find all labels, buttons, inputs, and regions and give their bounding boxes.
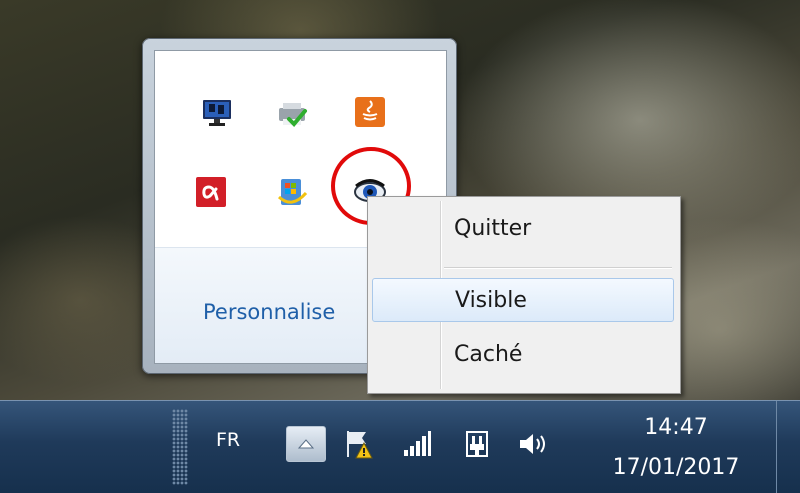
taskbar: FR 14:47 17/01/2017	[0, 400, 800, 493]
taskbar-grip[interactable]	[172, 409, 188, 485]
menu-item-label: Caché	[454, 342, 523, 367]
context-menu: Quitter Visible Caché	[367, 196, 681, 394]
chevron-up-icon	[298, 439, 314, 449]
menu-item-quitter[interactable]: Quitter	[372, 207, 674, 251]
language-indicator[interactable]: FR	[216, 429, 240, 451]
windows-update-icon[interactable]	[275, 175, 309, 209]
power-plug-icon[interactable]	[460, 428, 494, 460]
action-center-flag-icon[interactable]	[342, 428, 376, 460]
menu-item-visible[interactable]: Visible	[372, 278, 674, 322]
volume-icon[interactable]	[516, 428, 550, 460]
network-signal-icon[interactable]	[400, 428, 434, 460]
show-desktop-button[interactable]	[776, 401, 800, 493]
clock-time: 14:47	[644, 415, 708, 440]
menu-item-label: Quitter	[454, 216, 532, 241]
java-icon[interactable]	[353, 95, 387, 129]
menu-item-cache[interactable]: Caché	[372, 333, 674, 377]
show-hidden-icons-button[interactable]	[286, 426, 326, 462]
avira-icon[interactable]	[194, 175, 228, 209]
clock-date: 17/01/2017	[612, 455, 740, 480]
printer-check-icon[interactable]	[275, 97, 309, 131]
menu-item-label: Visible	[455, 288, 527, 313]
menu-separator	[444, 267, 672, 269]
customize-link[interactable]: Personnalise	[203, 300, 335, 324]
monitor-icon[interactable]	[200, 95, 234, 129]
